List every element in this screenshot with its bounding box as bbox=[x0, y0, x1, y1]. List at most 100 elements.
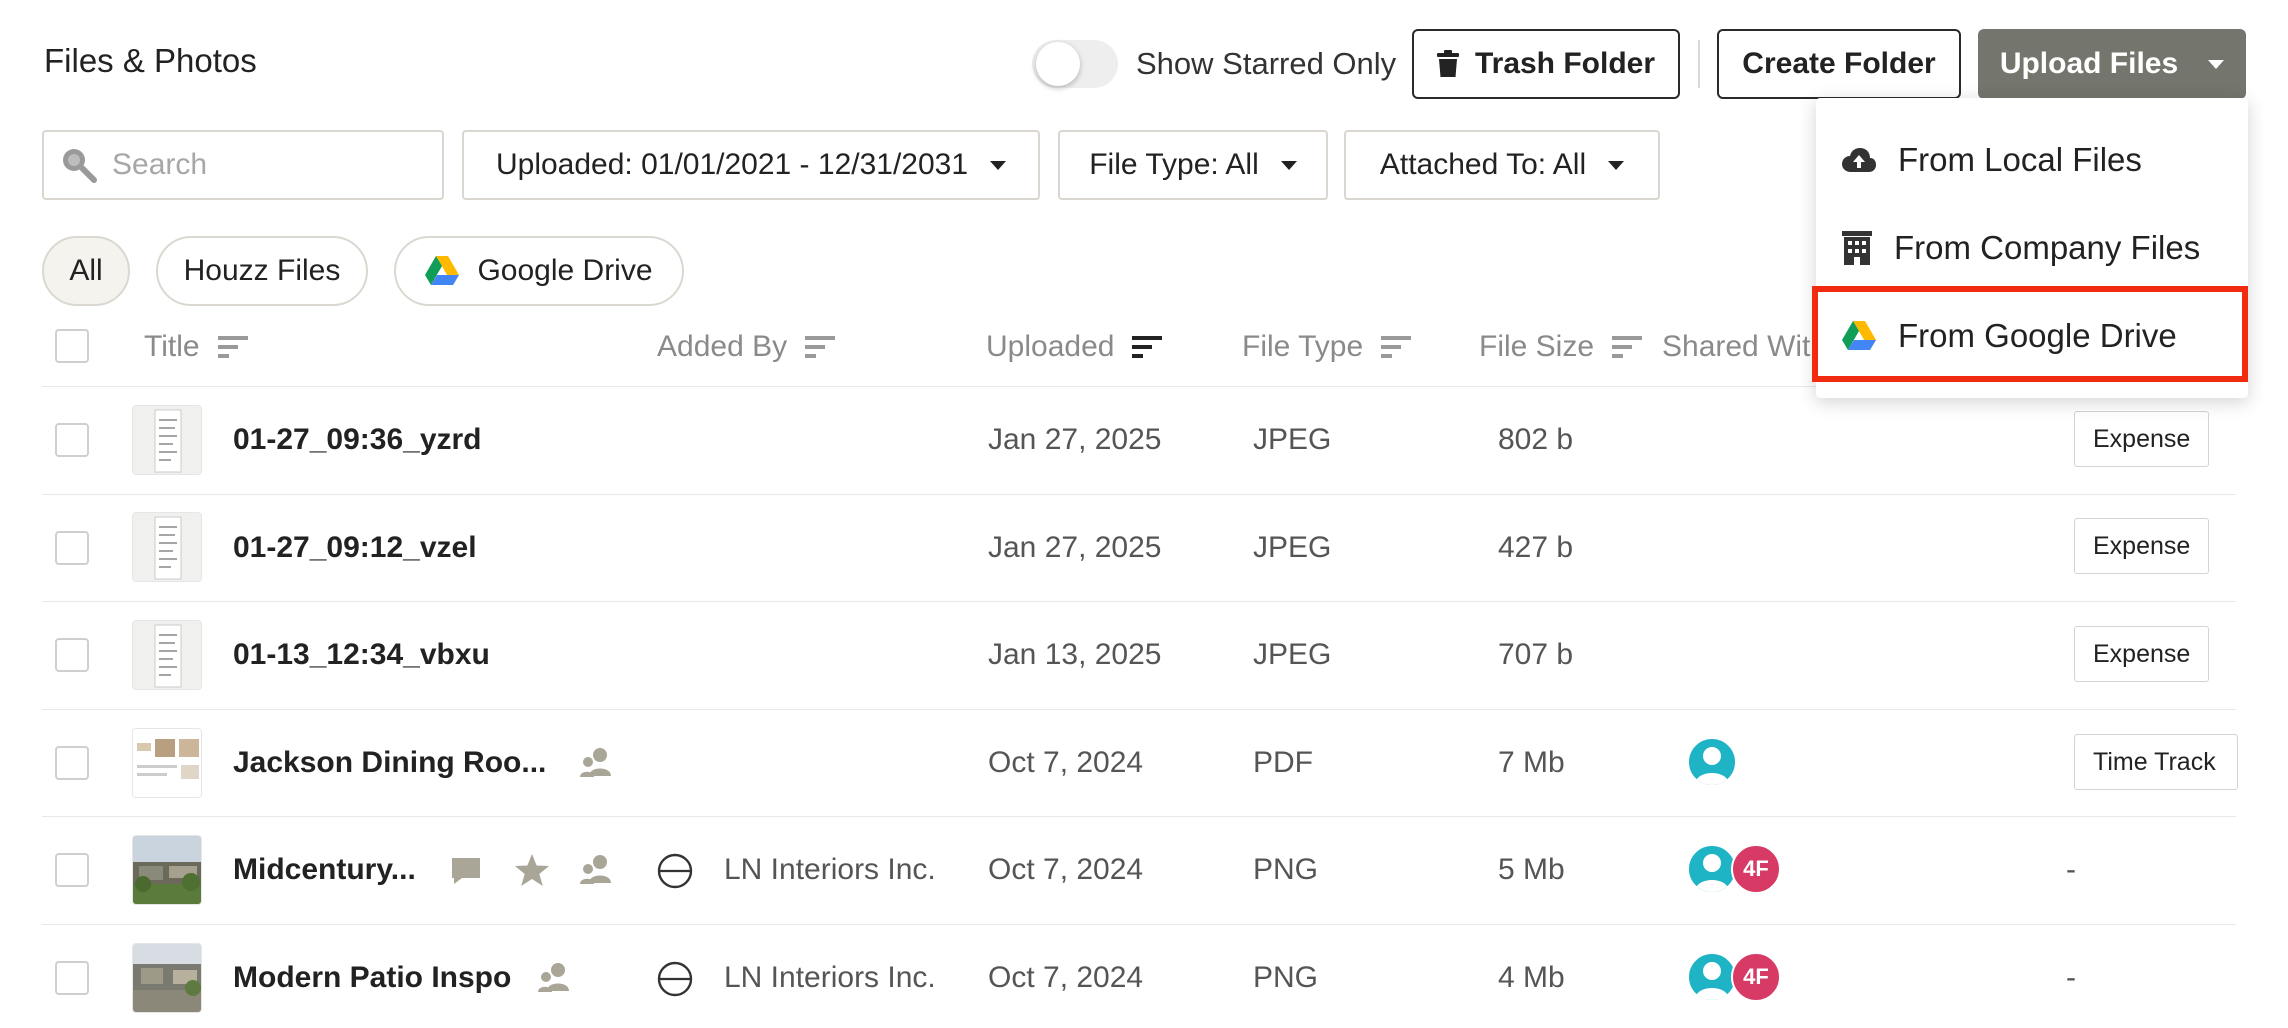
menu-item-local-label: From Local Files bbox=[1898, 141, 2142, 178]
upload-files-button[interactable]: Upload Files bbox=[1978, 29, 2246, 99]
column-uploaded-label: Uploaded bbox=[986, 330, 1115, 363]
share-users-icon[interactable] bbox=[538, 961, 572, 995]
file-size: 802 b bbox=[1498, 423, 1574, 456]
column-shared-with-label: Shared With bbox=[1662, 330, 1828, 363]
file-thumbnail[interactable] bbox=[132, 835, 202, 905]
file-thumbnail[interactable] bbox=[132, 943, 202, 1013]
file-type: JPEG bbox=[1253, 423, 1332, 456]
create-folder-button[interactable]: Create Folder bbox=[1717, 29, 1961, 99]
company-logo-icon bbox=[657, 961, 693, 997]
file-title[interactable]: 01-27_09:36_yzrd bbox=[233, 423, 482, 457]
attached-tag[interactable]: Expense bbox=[2074, 411, 2210, 467]
trash-icon bbox=[1436, 50, 1459, 77]
menu-item-local-files[interactable]: From Local Files bbox=[1816, 116, 2248, 204]
toggle-knob[interactable] bbox=[1036, 42, 1080, 86]
avatar-initials[interactable]: 4F bbox=[1731, 952, 1781, 1002]
file-size: 4 Mb bbox=[1498, 961, 1565, 994]
comment-icon[interactable] bbox=[450, 856, 482, 886]
attached-filter-label: Attached To: All bbox=[1379, 148, 1587, 181]
row-checkbox[interactable] bbox=[55, 531, 89, 565]
uploaded-date-filter[interactable]: Uploaded: 01/01/2021 - 12/31/2031 bbox=[462, 130, 1040, 200]
column-file-size[interactable]: File Size bbox=[1479, 330, 1644, 364]
file-title[interactable]: 01-27_09:12_vzel bbox=[233, 531, 477, 565]
page-title: Files & Photos bbox=[44, 42, 257, 79]
file-title[interactable]: Modern Patio Inspo bbox=[233, 961, 511, 995]
attached-empty: - bbox=[2066, 961, 2076, 994]
user-icon bbox=[1695, 747, 1729, 785]
select-all-checkbox[interactable] bbox=[55, 329, 89, 363]
user-icon bbox=[1695, 854, 1729, 892]
sort-icon bbox=[1612, 336, 1643, 358]
building-icon bbox=[1842, 231, 1872, 265]
file-size: 707 b bbox=[1498, 638, 1574, 671]
share-users-icon[interactable] bbox=[580, 746, 614, 780]
uploaded-date: Oct 7, 2024 bbox=[988, 746, 1144, 779]
sort-icon bbox=[217, 336, 248, 358]
company-logo-icon bbox=[657, 853, 693, 889]
column-title[interactable]: Title bbox=[144, 330, 250, 364]
chip-google-drive[interactable]: Google Drive bbox=[394, 236, 684, 306]
file-type: PDF bbox=[1253, 746, 1313, 779]
row-checkbox[interactable] bbox=[55, 961, 89, 995]
file-type: JPEG bbox=[1253, 531, 1332, 564]
uploaded-date: Jan 27, 2025 bbox=[988, 531, 1162, 564]
toggle-label: Show Starred Only bbox=[1136, 46, 1397, 81]
house-photo-image bbox=[133, 836, 201, 904]
create-folder-label: Create Folder bbox=[1742, 47, 1936, 80]
row-checkbox[interactable] bbox=[55, 423, 89, 457]
uploaded-date: Jan 13, 2025 bbox=[988, 638, 1162, 671]
file-title[interactable]: Midcentury... bbox=[233, 853, 416, 887]
avatar[interactable] bbox=[1687, 737, 1737, 787]
pdf-thumbnail-image bbox=[133, 729, 201, 797]
avatar[interactable] bbox=[1687, 844, 1737, 894]
receipt-image bbox=[133, 513, 201, 581]
row-divider bbox=[42, 816, 2236, 817]
uploaded-filter-label: Uploaded: 01/01/2021 - 12/31/2031 bbox=[495, 148, 969, 181]
menu-item-company-files[interactable]: From Company Files bbox=[1816, 204, 2248, 292]
column-file-type[interactable]: File Type bbox=[1242, 330, 1413, 364]
header-divider bbox=[1698, 40, 1700, 88]
file-thumbnail[interactable] bbox=[132, 728, 202, 798]
avatar[interactable] bbox=[1687, 952, 1737, 1002]
share-users-icon[interactable] bbox=[580, 853, 614, 887]
trash-folder-label: Trash Folder bbox=[1474, 47, 1656, 80]
sort-icon bbox=[805, 336, 836, 358]
added-by: LN Interiors Inc. bbox=[724, 853, 936, 886]
chip-houzz-files[interactable]: Houzz Files bbox=[156, 236, 368, 306]
receipt-image bbox=[133, 406, 201, 474]
attached-tag[interactable]: Expense bbox=[2074, 626, 2210, 682]
trash-folder-button[interactable]: Trash Folder bbox=[1412, 29, 1680, 99]
menu-item-company-label: From Company Files bbox=[1894, 229, 2201, 266]
file-thumbnail[interactable] bbox=[132, 512, 202, 582]
chip-gdrive-label: Google Drive bbox=[477, 254, 653, 287]
star-icon[interactable] bbox=[514, 853, 550, 887]
column-shared-with[interactable]: Shared With bbox=[1662, 330, 1827, 364]
file-type-filter-label: File Type: All bbox=[1089, 148, 1259, 181]
search-input[interactable]: Search bbox=[42, 130, 444, 200]
file-type-filter[interactable]: File Type: All bbox=[1058, 130, 1328, 200]
row-checkbox[interactable] bbox=[55, 746, 89, 780]
column-uploaded[interactable]: Uploaded bbox=[986, 330, 1164, 364]
row-checkbox[interactable] bbox=[55, 638, 89, 672]
sort-icon bbox=[1381, 336, 1412, 358]
chip-all-label: All bbox=[69, 254, 103, 287]
avatar-initials[interactable]: 4F bbox=[1731, 844, 1781, 894]
uploaded-date: Jan 27, 2025 bbox=[988, 423, 1162, 456]
file-title[interactable]: Jackson Dining Roo... bbox=[233, 746, 546, 780]
file-size: 5 Mb bbox=[1498, 853, 1565, 886]
file-type: JPEG bbox=[1253, 638, 1332, 671]
file-thumbnail[interactable] bbox=[132, 405, 202, 475]
attached-tag[interactable]: Time Track bbox=[2074, 734, 2238, 790]
file-type: PNG bbox=[1253, 853, 1319, 886]
column-added-by[interactable]: Added By bbox=[657, 330, 837, 364]
attached-to-filter[interactable]: Attached To: All bbox=[1344, 130, 1660, 200]
file-thumbnail[interactable] bbox=[132, 620, 202, 690]
row-checkbox[interactable] bbox=[55, 853, 89, 887]
search-icon bbox=[63, 149, 97, 183]
added-by: LN Interiors Inc. bbox=[724, 961, 936, 994]
chip-all[interactable]: All bbox=[42, 236, 130, 306]
chip-houzz-label: Houzz Files bbox=[183, 254, 341, 287]
file-title[interactable]: 01-13_12:34_vbxu bbox=[233, 638, 490, 672]
attached-tag[interactable]: Expense bbox=[2074, 518, 2210, 574]
chevron-down-icon bbox=[1280, 160, 1297, 170]
